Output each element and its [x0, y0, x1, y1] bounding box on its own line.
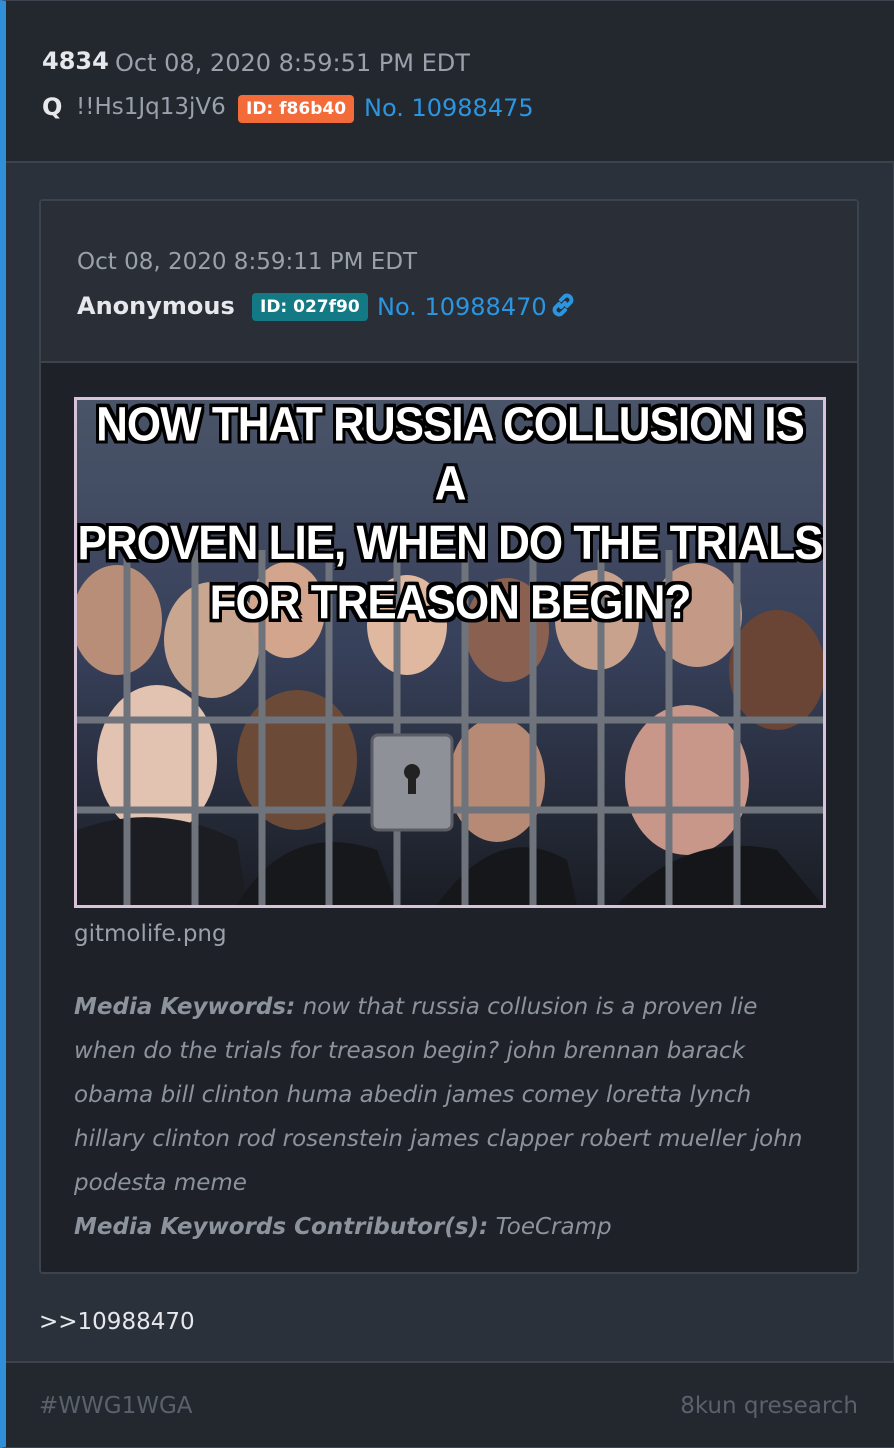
post-card: 4834 Oct 08, 2020 8:59:51 PM EDT Q !!Hs1… — [0, 0, 894, 1448]
source-label: 8kun qresearch — [680, 1393, 858, 1419]
media-keywords: Media Keywords: now that russia collusio… — [74, 985, 819, 1249]
reply-link[interactable]: >>10988470 — [39, 1309, 195, 1335]
meme-caption-line: FOR TREASON BEGIN? — [209, 575, 692, 630]
quoted-post-author: Anonymous — [77, 292, 235, 320]
hashtag: #WWG1WGA — [39, 1393, 193, 1419]
keywords-label: Media Keywords: — [74, 994, 296, 1020]
contributors-label: Media Keywords Contributor(s): — [74, 1214, 489, 1240]
quoted-post: Oct 08, 2020 8:59:11 PM EDT Anonymous ID… — [39, 199, 859, 1274]
contributors-text: ToeCramp — [495, 1214, 612, 1240]
quoted-post-number-link[interactable]: No. 10988470 — [377, 293, 547, 321]
post-date: Oct 08, 2020 8:59:51 PM EDT — [115, 49, 470, 77]
quoted-post-date: Oct 08, 2020 8:59:11 PM EDT — [77, 249, 418, 275]
post-number-link[interactable]: No. 10988475 — [364, 94, 534, 122]
post-header: 4834 Oct 08, 2020 8:59:51 PM EDT Q !!Hs1… — [6, 1, 894, 163]
post-number: 4834 — [42, 47, 109, 75]
poster-id-badge[interactable]: ID: f86b40 — [238, 95, 355, 123]
quoted-id-badge[interactable]: ID: 027f90 — [252, 293, 368, 321]
poster-name: Q — [42, 93, 63, 121]
meme-caption-line: PROVEN LIE, WHEN DO THE TRIALS — [77, 516, 823, 571]
image-filename[interactable]: gitmolife.png — [74, 921, 227, 947]
keywords-text: now that russia collusion is a proven li… — [74, 994, 803, 1196]
meme-caption-line: NOW THAT RUSSIA COLLUSION IS A — [96, 397, 805, 511]
post-footer: #WWG1WGA 8kun qresearch — [6, 1361, 894, 1447]
link-icon[interactable] — [549, 291, 579, 321]
meme-image[interactable]: NOW THAT RUSSIA COLLUSION IS A PROVEN LI… — [74, 397, 826, 908]
tripcode: !!Hs1Jq13jV6 — [76, 94, 226, 120]
meme-caption: NOW THAT RUSSIA COLLUSION IS A PROVEN LI… — [77, 397, 823, 633]
quoted-post-header: Oct 08, 2020 8:59:11 PM EDT Anonymous ID… — [41, 201, 857, 363]
